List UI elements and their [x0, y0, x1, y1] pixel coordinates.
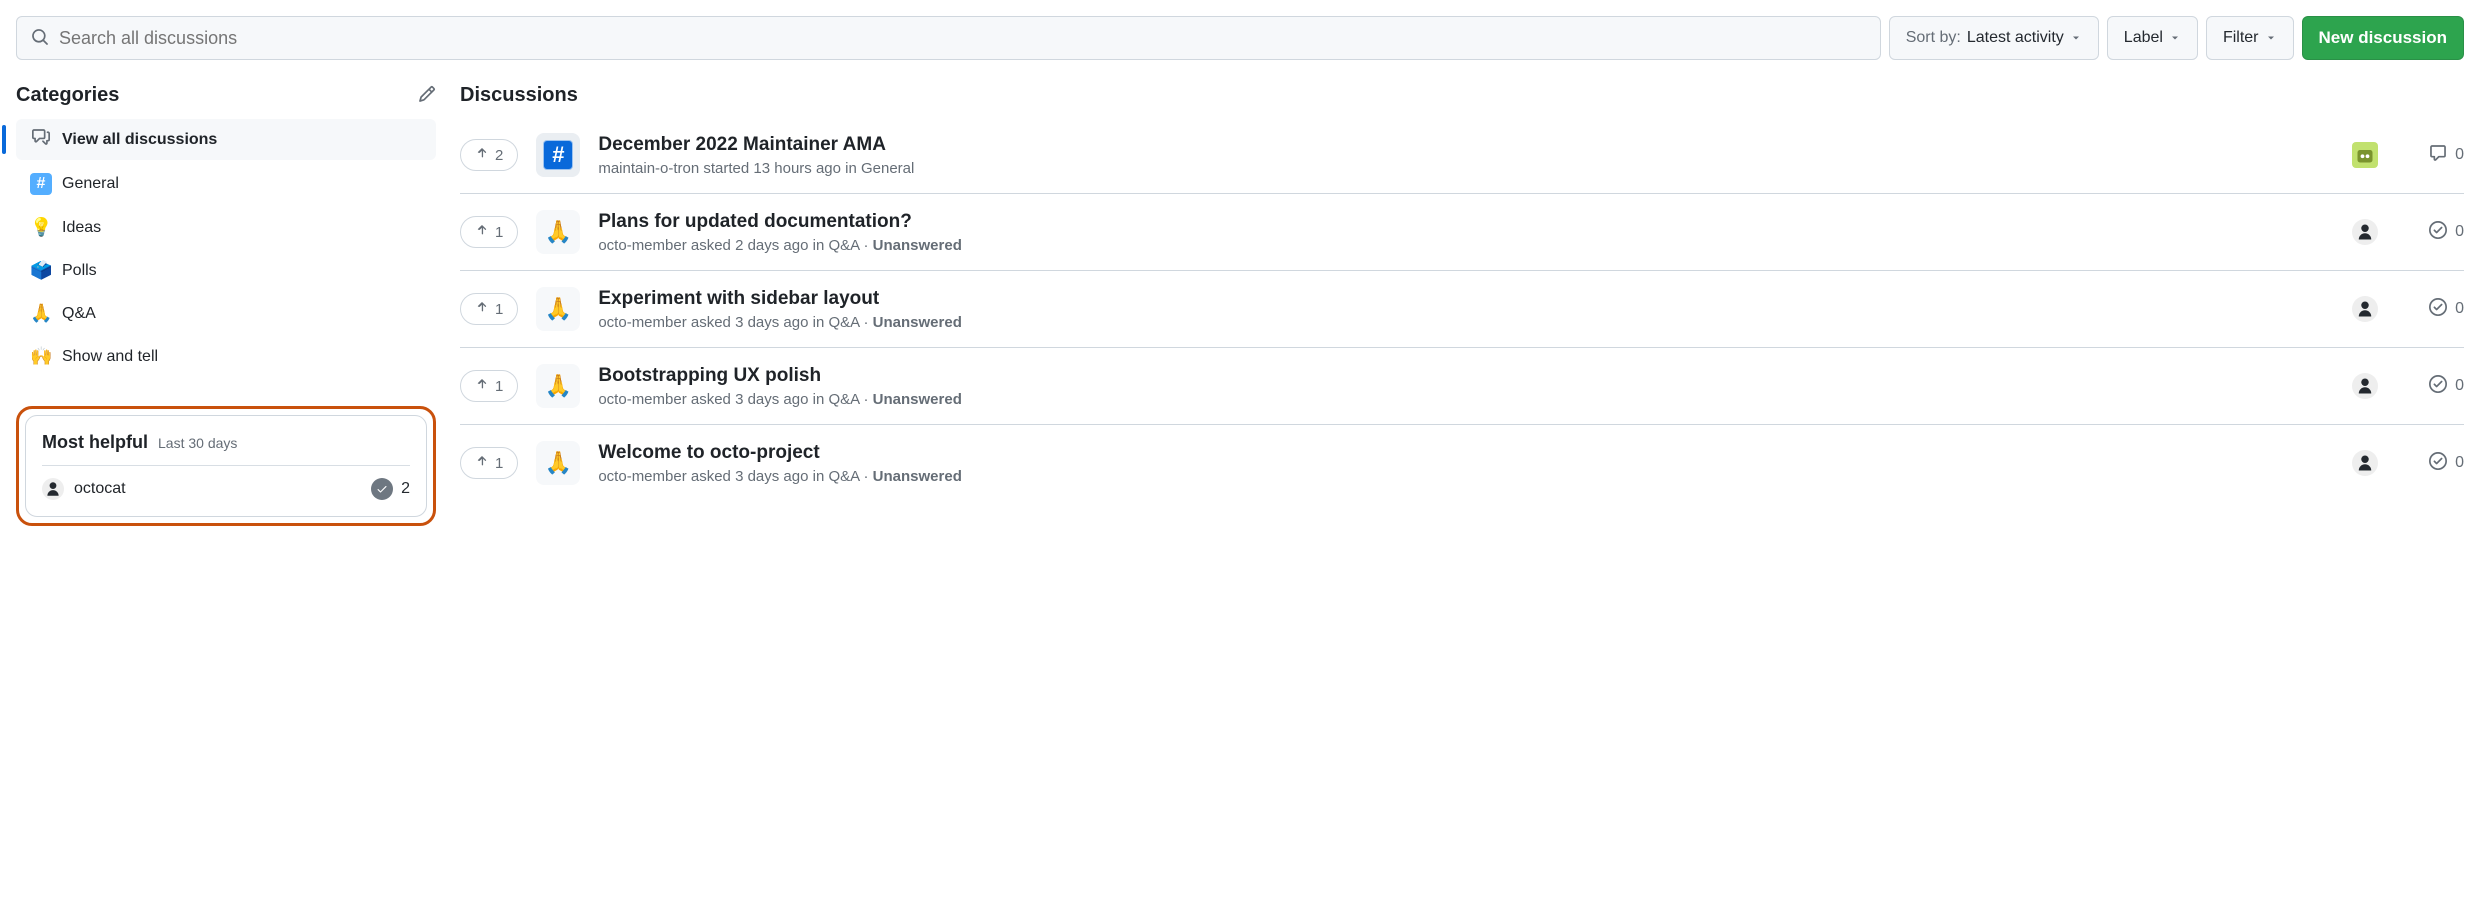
upvote-button[interactable]: 1	[460, 216, 518, 248]
count-value: 0	[2455, 300, 2464, 318]
check-circle-icon	[2429, 298, 2447, 321]
arrow-up-icon	[475, 146, 489, 164]
count-value: 0	[2455, 454, 2464, 472]
count-value: 0	[2455, 377, 2464, 395]
check-circle-icon	[2429, 452, 2447, 475]
sidebar-item-q-a[interactable]: 🙏 Q&A	[16, 294, 436, 333]
discussion-row: 2 # December 2022 Maintainer AMA maintain-o…	[460, 117, 2464, 194]
author-avatar[interactable]	[2352, 373, 2378, 399]
search-input[interactable]	[59, 28, 1866, 49]
category-hash-icon: #	[536, 133, 580, 177]
discussion-title[interactable]: Plans for updated documentation?	[598, 211, 2334, 233]
label-button-text: Label	[2124, 29, 2163, 47]
sidebar-item-label: Q&A	[62, 305, 96, 323]
most-helpful-user[interactable]: octocat	[74, 480, 126, 498]
discussion-meta: maintain-o-tron started 13 hours ago in …	[598, 160, 2334, 177]
count-value: 0	[2455, 223, 2464, 241]
discussions-heading: Discussions	[460, 84, 2464, 107]
check-badge-icon	[371, 478, 393, 500]
sidebar-item-polls[interactable]: 🗳️ Polls	[16, 251, 436, 290]
upvote-count: 2	[495, 147, 503, 164]
label-button[interactable]: Label	[2107, 16, 2198, 60]
check-circle-icon	[2429, 221, 2447, 244]
answer-count[interactable]: 0	[2418, 452, 2464, 475]
search-icon	[31, 28, 49, 49]
comment-icon	[2429, 144, 2447, 167]
category-pray-icon: 🙏	[536, 210, 580, 254]
sidebar-item-label: Ideas	[62, 219, 101, 237]
sidebar-item-view-all-discussions[interactable]: View all discussions	[16, 119, 436, 160]
bulb-icon: 💡	[30, 217, 52, 238]
hands-icon: 🙌	[30, 346, 52, 367]
sidebar-item-show-and-tell[interactable]: 🙌 Show and tell	[16, 337, 436, 376]
author-avatar[interactable]	[2352, 296, 2378, 322]
discussion-title[interactable]: Welcome to octo-project	[598, 442, 2334, 464]
category-pray-icon: 🙏	[536, 364, 580, 408]
check-circle-icon	[2429, 375, 2447, 398]
author-avatar[interactable]	[2352, 450, 2378, 476]
discussion-meta: octo-member asked 3 days ago in Q&A · Un…	[598, 391, 2334, 408]
arrow-up-icon	[475, 223, 489, 241]
comment-count[interactable]: 0	[2418, 144, 2464, 167]
upvote-button[interactable]: 2	[460, 139, 518, 171]
sort-button[interactable]: Sort by: Latest activity	[1889, 16, 2099, 60]
ballot-icon: 🗳️	[30, 260, 52, 281]
most-helpful-count: 2	[401, 480, 410, 498]
discussion-title[interactable]: Experiment with sidebar layout	[598, 288, 2334, 310]
pray-icon: 🙏	[30, 303, 52, 324]
avatar	[42, 478, 64, 500]
sidebar-item-label: Polls	[62, 262, 97, 280]
chevron-down-icon	[2070, 32, 2082, 44]
discussion-row: 1 🙏 Plans for updated documentation? octo-m…	[460, 194, 2464, 271]
discussion-row: 1 🙏 Bootstrapping UX polish octo-member ask…	[460, 348, 2464, 425]
sidebar-item-label: View all discussions	[62, 131, 217, 149]
upvote-button[interactable]: 1	[460, 370, 518, 402]
count-value: 0	[2455, 146, 2464, 164]
discussion-title[interactable]: December 2022 Maintainer AMA	[598, 134, 2334, 156]
hash-icon: #	[30, 173, 52, 195]
upvote-count: 1	[495, 301, 503, 318]
answer-count[interactable]: 0	[2418, 298, 2464, 321]
author-avatar[interactable]	[2352, 142, 2378, 168]
discussion-row: 1 🙏 Welcome to octo-project octo-member ask…	[460, 425, 2464, 501]
author-avatar[interactable]	[2352, 219, 2378, 245]
sort-value: Latest activity	[1967, 29, 2064, 47]
new-discussion-text: New discussion	[2319, 28, 2447, 48]
upvote-count: 1	[495, 455, 503, 472]
answer-count[interactable]: 0	[2418, 221, 2464, 244]
arrow-up-icon	[475, 300, 489, 318]
upvote-count: 1	[495, 224, 503, 241]
category-pray-icon: 🙏	[536, 441, 580, 485]
sort-label: Sort by:	[1906, 29, 1961, 47]
sidebar-item-ideas[interactable]: 💡 Ideas	[16, 208, 436, 247]
discussion-meta: octo-member asked 3 days ago in Q&A · Un…	[598, 314, 2334, 331]
categories-heading: Categories	[16, 84, 119, 107]
discussion-title[interactable]: Bootstrapping UX polish	[598, 365, 2334, 387]
most-helpful-title: Most helpful	[42, 432, 148, 453]
new-discussion-button[interactable]: New discussion	[2302, 16, 2464, 60]
sidebar-item-label: Show and tell	[62, 348, 158, 366]
chevron-down-icon	[2169, 32, 2181, 44]
arrow-up-icon	[475, 454, 489, 472]
discussion-meta: octo-member asked 3 days ago in Q&A · Un…	[598, 468, 2334, 485]
discussion-icon	[30, 128, 52, 151]
filter-button-text: Filter	[2223, 29, 2259, 47]
chevron-down-icon	[2265, 32, 2277, 44]
discussion-row: 1 🙏 Experiment with sidebar layout octo-mem…	[460, 271, 2464, 348]
most-helpful-subtitle: Last 30 days	[158, 435, 237, 451]
search-box[interactable]	[16, 16, 1881, 60]
edit-categories-icon[interactable]	[418, 85, 436, 106]
category-pray-icon: 🙏	[536, 287, 580, 331]
most-helpful-panel: Most helpful Last 30 days octocat 2	[16, 406, 436, 526]
filter-button[interactable]: Filter	[2206, 16, 2294, 60]
arrow-up-icon	[475, 377, 489, 395]
sidebar-item-label: General	[62, 175, 119, 193]
upvote-button[interactable]: 1	[460, 447, 518, 479]
sidebar-item-general[interactable]: # General	[16, 164, 436, 204]
upvote-count: 1	[495, 378, 503, 395]
answer-count[interactable]: 0	[2418, 375, 2464, 398]
upvote-button[interactable]: 1	[460, 293, 518, 325]
discussion-meta: octo-member asked 2 days ago in Q&A · Un…	[598, 237, 2334, 254]
